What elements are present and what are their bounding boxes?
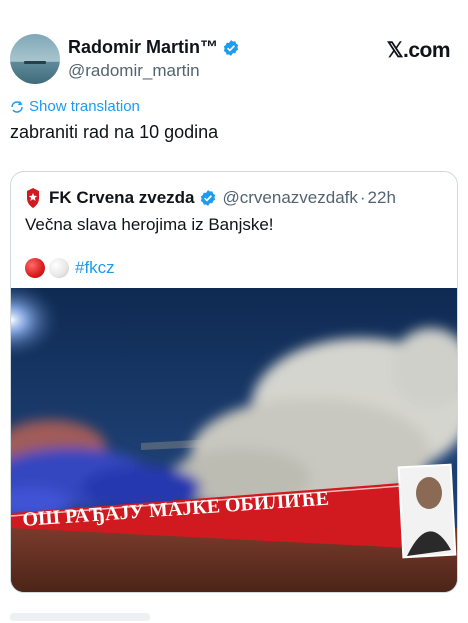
hashtag-link[interactable]: #fkcz [75,258,115,278]
quoted-tweet-text: Večna slava herojima iz Banjske! [25,215,274,234]
verified-badge-icon [200,190,215,206]
quoted-tweet-header: FK Crvena zvezda @crvenazvezdafk · 22h [25,187,396,209]
author-name-text: Radomir Martin™ [68,37,219,57]
author-avatar[interactable] [10,34,60,84]
next-content-edge [10,613,150,621]
quoted-tweet-photo[interactable]: ОШ РАЂАЈУ МАЈКЕ ОБИЛИЋЕ [11,288,458,593]
white-circle-emoji [49,258,69,278]
tweet-text: zabraniti rad na 10 godina [10,122,219,142]
x-brand-logo[interactable]: 𝕏.com [387,38,451,63]
quoted-separator: · [359,188,366,207]
quoted-timestamp[interactable]: 22h [368,188,396,208]
quoted-tweet-card[interactable]: FK Crvena zvezda @crvenazvezdafk · 22h V… [10,171,458,593]
quoted-tweet-tags: #fkcz [25,258,115,278]
show-translation-label: Show translation [29,98,140,115]
red-circle-emoji [25,258,45,278]
author-name[interactable]: Radomir Martin™ [68,37,240,58]
verified-badge-icon [223,39,239,56]
quoted-author-name[interactable]: FK Crvena zvezda [49,188,195,208]
quoted-author-handle[interactable]: @crvenazvezdafk [223,188,358,208]
show-translation-link[interactable]: Show translation [10,98,140,115]
avatar-image-detail [24,61,46,64]
author-handle[interactable]: @radomir_martin [68,61,200,81]
translate-icon [11,100,23,113]
club-crest-icon [27,188,39,208]
